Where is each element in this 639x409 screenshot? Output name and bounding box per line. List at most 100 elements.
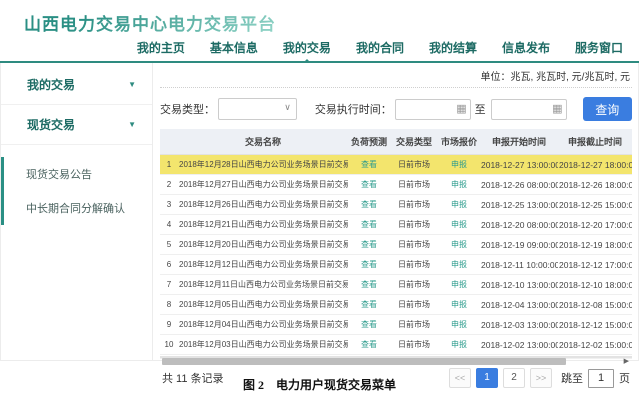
table-row[interactable]: 82018年12月05日山西电力公司业务场景日前交易查看日前市场申报 2018-1… [160,295,632,315]
view-link[interactable]: 查看 [348,255,390,275]
next-page-button[interactable]: >> [530,368,552,388]
trade-name-cell: 2018年12月21日山西电力公司业务场景日前交易 [178,215,348,235]
row-index: 7 [160,275,178,295]
horizontal-scrollbar[interactable]: ▶ [160,356,632,358]
to-label: 至 [475,101,486,117]
view-link[interactable]: 查看 [348,195,390,215]
quote-link[interactable]: 申报 [438,315,480,335]
page-button[interactable]: 1 [476,368,498,388]
start-time-cell: 2018-12-10 13:00:00 [480,275,558,295]
prev-page-button[interactable]: << [449,368,471,388]
quote-link[interactable]: 申报 [438,175,480,195]
view-link[interactable]: 查看 [348,295,390,315]
trade-name-cell: 2018年12月11日山西电力公司业务场景日前交易 [178,275,348,295]
jump-page-input[interactable] [588,369,614,388]
table-row[interactable]: 52018年12月20日山西电力公司业务场景日前交易查看日前市场申报2018-1… [160,235,632,255]
trade-type-cell: 日前市场 [390,295,438,315]
calendar-icon: ▦ [456,104,466,115]
page-unit-label: 页 [619,370,630,386]
start-time-cell: 2018-12-19 09:00:00 [480,235,558,255]
view-link[interactable]: 查看 [348,175,390,195]
start-time-cell: 2018-12-26 08:00:00 [480,175,558,195]
view-link[interactable]: 查看 [348,315,390,335]
scrollbar-thumb[interactable] [162,358,566,365]
start-date-input[interactable]: ▦ [395,99,471,120]
sidebar-group[interactable]: 现货交易▼ [1,105,152,145]
row-index: 2 [160,175,178,195]
page-button[interactable]: 2 [503,368,525,388]
nav-item[interactable]: 基本信息 [210,39,258,56]
col-trade-type[interactable]: 交易类型 [390,129,438,155]
table-header-row: 交易名称 负荷预测 交易类型 市场报价 申报开始时间 申报截止时间 [160,129,632,155]
quote-link[interactable]: 申报 [438,255,480,275]
start-time-cell: 2018-12-20 08:00:00 [480,215,558,235]
start-time-cell: 2018-12-27 13:00:00 [480,155,558,175]
col-end-time[interactable]: 申报截止时间 [558,129,632,155]
end-time-cell: 2018-12-25 15:00:00 [558,195,632,215]
col-load-forecast[interactable]: 负荷预测 [348,129,390,155]
trade-type-cell: 日前市场 [390,315,438,335]
sidebar-group[interactable]: 我的交易▼ [1,65,152,105]
nav-item[interactable]: 我的合同 [356,39,404,56]
start-time-cell: 2018-12-11 10:00:00 [480,255,558,275]
nav: 我的主页 基本信息 我的交易 我的合同 我的结算 信息发布 服务窗口 [0,39,639,61]
view-link[interactable]: 查看 [348,275,390,295]
sidebar-item[interactable]: 中长期合同分解确认 [4,191,152,225]
sidebar-item[interactable]: 现货交易公告 [4,157,152,191]
trade-name-cell: 2018年12月12日山西电力公司业务场景日前交易 [178,255,348,275]
row-index: 9 [160,315,178,335]
quote-link[interactable]: 申报 [438,155,480,175]
quote-link[interactable]: 申报 [438,195,480,215]
search-button[interactable]: 查询 [583,97,633,121]
table-row[interactable]: 42018年12月21日山西电力公司业务场景日前交易查看日前市场申报2018-1… [160,215,632,235]
quote-link[interactable]: 申报 [438,215,480,235]
table-row[interactable]: 62018年12月12日山西电力公司业务场景日前交易查看日前市场申报2018-1… [160,255,632,275]
view-link[interactable]: 查看 [348,335,390,355]
trade-type-select[interactable]: ∨ [218,98,297,120]
trade-type-cell: 日前市场 [390,155,438,175]
table-row[interactable]: 102018年12月03日山西电力公司业务场景日前交易查看日前市场申报2018-… [160,335,632,355]
col-market-quote[interactable]: 市场报价 [438,129,480,155]
view-link[interactable]: 查看 [348,155,390,175]
sidebar: 我的交易▼现货交易▼ 现货交易公告中长期合同分解确认 [1,63,153,360]
table-row[interactable]: 92018年12月04日山西电力公司业务场景日前交易查看日前市场申报2018-1… [160,315,632,335]
trade-name-cell: 2018年12月05日山西电力公司业务场景日前交易 [178,295,348,315]
trade-name-cell: 2018年12月28日山西电力公司业务场景日前交易 [178,155,348,175]
main-panel: 单位：兆瓦, 兆瓦时, 元/兆瓦时, 元 交易类型： ∨ 交易执行时间： ▦ 至… [153,63,638,360]
table-row[interactable]: 32018年12月26日山西电力公司业务场景日前交易查看日前市场申报 2018-1… [160,195,632,215]
row-index: 1 [160,155,178,175]
end-time-cell: 2018-12-12 15:00:00 [558,315,632,335]
chevron-down-icon: ∨ [284,102,291,113]
trade-name-cell: 2018年12月27日山西电力公司业务场景日前交易 [178,175,348,195]
table-row[interactable]: 72018年12月11日山西电力公司业务场景日前交易查看日前市场申报2018-1… [160,275,632,295]
calendar-icon: ▦ [552,104,562,115]
nav-item[interactable]: 我的结算 [429,39,477,56]
unit-note: 单位：兆瓦, 兆瓦时, 元/兆瓦时, 元 [160,63,632,87]
nav-item[interactable]: 我的主页 [137,39,185,56]
trade-type-cell: 日前市场 [390,335,438,355]
quote-link[interactable]: 申报 [438,335,480,355]
nav-item[interactable]: 我的交易 [283,39,331,56]
nav-item[interactable]: 服务窗口 [575,39,623,56]
nav-item[interactable]: 信息发布 [502,39,550,56]
row-index: 5 [160,235,178,255]
quote-link[interactable]: 申报 [438,295,480,315]
start-time-cell: 2018-12-02 13:00:00 [480,335,558,355]
row-index: 8 [160,295,178,315]
quote-link[interactable]: 申报 [438,235,480,255]
row-index: 3 [160,195,178,215]
scroll-right-icon[interactable]: ▶ [624,358,629,366]
quote-link[interactable]: 申报 [438,275,480,295]
trade-name-cell: 2018年12月20日山西电力公司业务场景日前交易 [178,235,348,255]
trade-type-cell: 日前市场 [390,195,438,215]
table-row[interactable]: 12018年12月28日山西电力公司业务场景日前交易查看日前市场申报2018-1… [160,155,632,175]
col-start-time[interactable]: 申报开始时间 [480,129,558,155]
end-date-input[interactable]: ▦ [491,99,567,120]
trade-name-cell: 2018年12月26日山西电力公司业务场景日前交易 [178,195,348,215]
end-time-cell: 2018-12-08 15:00:00 [558,295,632,315]
view-link[interactable]: 查看 [348,215,390,235]
table-row[interactable]: 22018年12月27日山西电力公司业务场景日前交易查看日前市场申报2018-1… [160,175,632,195]
col-trade-name[interactable]: 交易名称 [178,129,348,155]
view-link[interactable]: 查看 [348,235,390,255]
row-index: 10 [160,335,178,355]
